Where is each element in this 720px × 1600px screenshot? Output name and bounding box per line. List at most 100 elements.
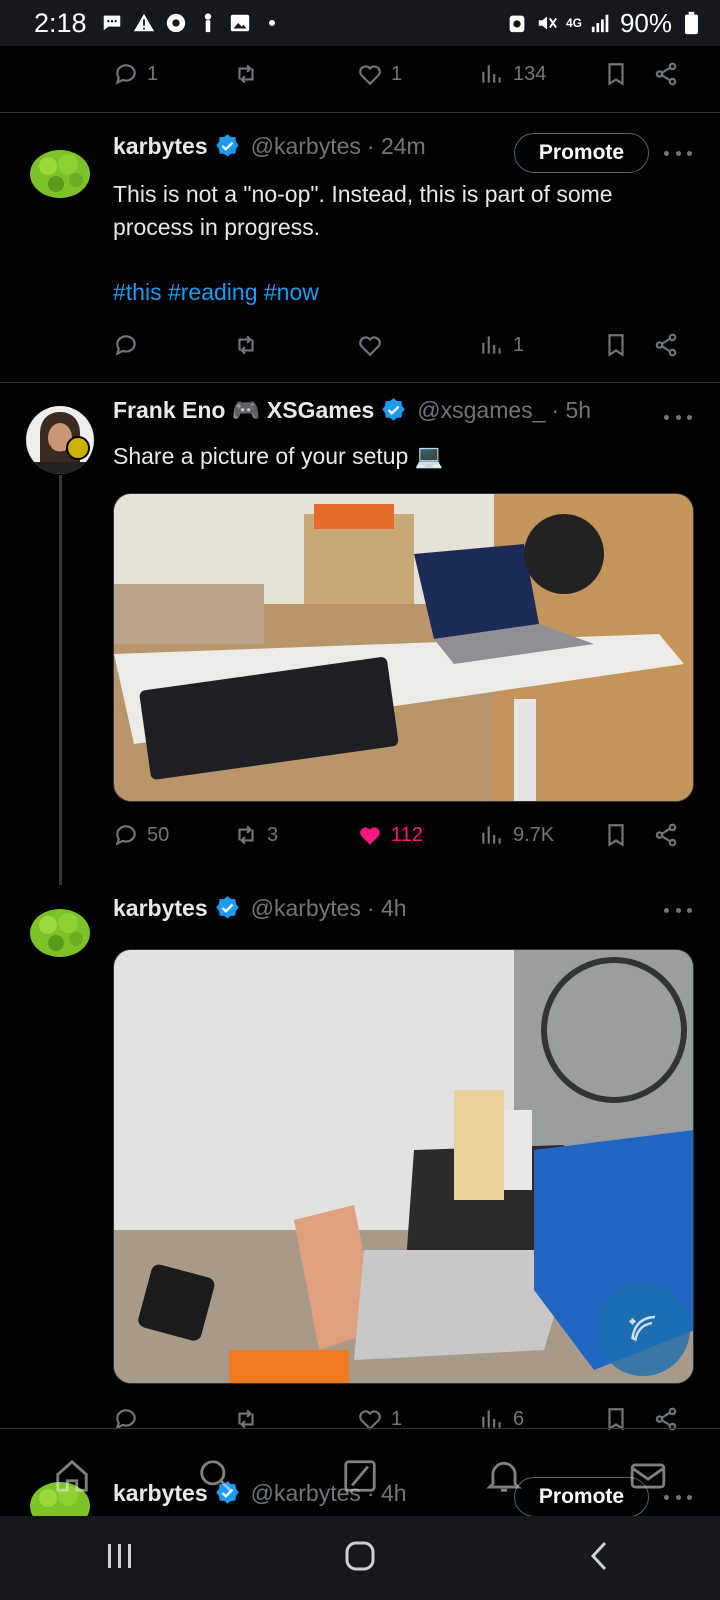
bookmark-button[interactable] [603, 822, 629, 848]
reply-button[interactable] [113, 332, 147, 358]
verified-badge-icon [382, 398, 406, 421]
heart-filled-icon [360, 827, 380, 845]
reply-icon [115, 825, 136, 846]
tweet-hashtags[interactable]: #this #reading #now [113, 276, 673, 309]
like-count: 1 [391, 62, 403, 85]
display-name[interactable]: karbytes [113, 895, 208, 922]
retweet-button[interactable]: 3 [233, 822, 278, 848]
system-navigation-bar [0, 1516, 720, 1600]
retweet-button[interactable] [233, 61, 267, 87]
avatar[interactable] [26, 138, 94, 206]
share-button[interactable] [653, 332, 679, 358]
gallery-icon [229, 12, 251, 34]
retweet-icon [238, 64, 254, 84]
more-options-icon[interactable] [664, 905, 692, 915]
like-button[interactable]: 112 [357, 822, 423, 848]
like-button[interactable]: 1 [357, 61, 402, 87]
like-count: 112 [391, 823, 423, 846]
thread-line [59, 475, 62, 885]
views-count: 9.7K [513, 823, 555, 846]
more-options-icon[interactable] [664, 412, 692, 422]
notifications-tab[interactable] [485, 1457, 523, 1500]
messages-tab[interactable] [629, 1457, 667, 1500]
verified-badge-icon [215, 896, 239, 919]
home-circle-icon [345, 1541, 375, 1570]
views-icon [482, 336, 501, 354]
timestamp[interactable]: · 4h [367, 895, 407, 922]
status-time: 2:18 [34, 7, 87, 38]
reply-icon [115, 64, 136, 85]
tweet-image[interactable] [113, 493, 694, 802]
battery-saver-icon [506, 12, 528, 34]
reply-button[interactable]: 1 [113, 61, 158, 87]
bookmark-button[interactable] [603, 332, 629, 358]
divider [0, 1428, 720, 1429]
grok-icon [344, 1459, 376, 1492]
timestamp[interactable]: · 24m [367, 133, 426, 160]
home-icon [56, 1459, 88, 1492]
battery-icon [680, 11, 702, 35]
display-name[interactable]: Frank Eno 🎮 XSGames [113, 397, 374, 424]
divider [0, 382, 720, 383]
recent-apps-button[interactable] [102, 1538, 138, 1579]
reply-count: 50 [147, 823, 170, 846]
divider [0, 112, 720, 113]
reply-count: 1 [147, 62, 159, 85]
signal-icon [590, 12, 612, 34]
home-button[interactable] [342, 1538, 378, 1579]
bookmark-icon [608, 63, 624, 86]
promote-button[interactable]: Promote [514, 133, 649, 173]
handle[interactable]: @karbytes [251, 133, 361, 160]
tweet-text: Share a picture of your setup 💻 [113, 443, 444, 469]
more-options-icon[interactable] [664, 148, 692, 158]
share-button[interactable] [653, 61, 679, 87]
tweet-actions: 50 3 112 9.7K [113, 822, 693, 852]
retweet-icon [238, 335, 254, 355]
tweet-actions: 1 6 [113, 1406, 693, 1436]
network-type: 4G [565, 16, 582, 30]
handle[interactable]: @xsgames_ [417, 397, 545, 424]
mail-icon [630, 1462, 666, 1489]
home-tab[interactable] [53, 1457, 91, 1500]
tweet-header: karbytes @karbytes · 24m [113, 133, 426, 160]
retweet-count: 3 [267, 823, 279, 846]
grok-tab[interactable] [341, 1457, 379, 1500]
retweet-button[interactable] [233, 332, 267, 358]
views-count: 134 [513, 62, 547, 85]
message-icon [101, 12, 123, 34]
heart-icon [359, 336, 381, 357]
bookmark-icon [608, 334, 624, 357]
search-tab[interactable] [197, 1457, 235, 1500]
like-button[interactable] [357, 332, 391, 358]
views-button[interactable]: 134 [479, 61, 546, 87]
search-icon [200, 1459, 232, 1491]
handle[interactable]: @karbytes [251, 895, 361, 922]
views-button[interactable]: 9.7K [479, 822, 554, 848]
share-icon [655, 333, 677, 357]
compose-feather-icon [629, 1315, 656, 1342]
battery-percent: 90% [619, 7, 672, 38]
status-bar: 2:18 4G 90% [0, 0, 720, 46]
retweet-icon [238, 825, 254, 845]
bookmark-icon [608, 824, 624, 847]
dot-icon [261, 12, 283, 34]
mute-icon [536, 12, 558, 34]
views-icon [482, 826, 501, 844]
views-button[interactable]: 1 [479, 332, 524, 358]
reply-icon [115, 335, 136, 356]
verified-badge-icon [215, 134, 239, 157]
avatar[interactable] [26, 897, 94, 965]
affiliate-badge-icon [66, 436, 90, 460]
bookmark-button[interactable] [603, 61, 629, 87]
bell-icon [486, 1461, 522, 1492]
reply-button[interactable]: 50 [113, 822, 169, 848]
back-button[interactable] [582, 1538, 618, 1579]
compose-tweet-button[interactable] [596, 1282, 690, 1376]
share-button[interactable] [653, 822, 679, 848]
tweet-actions: 1 1 134 [113, 61, 693, 91]
bottom-tab-bar [0, 1440, 720, 1516]
display-name[interactable]: karbytes [113, 133, 208, 160]
timestamp[interactable]: · 5h [551, 397, 591, 424]
heart-icon [359, 65, 381, 86]
views-icon [482, 65, 501, 83]
